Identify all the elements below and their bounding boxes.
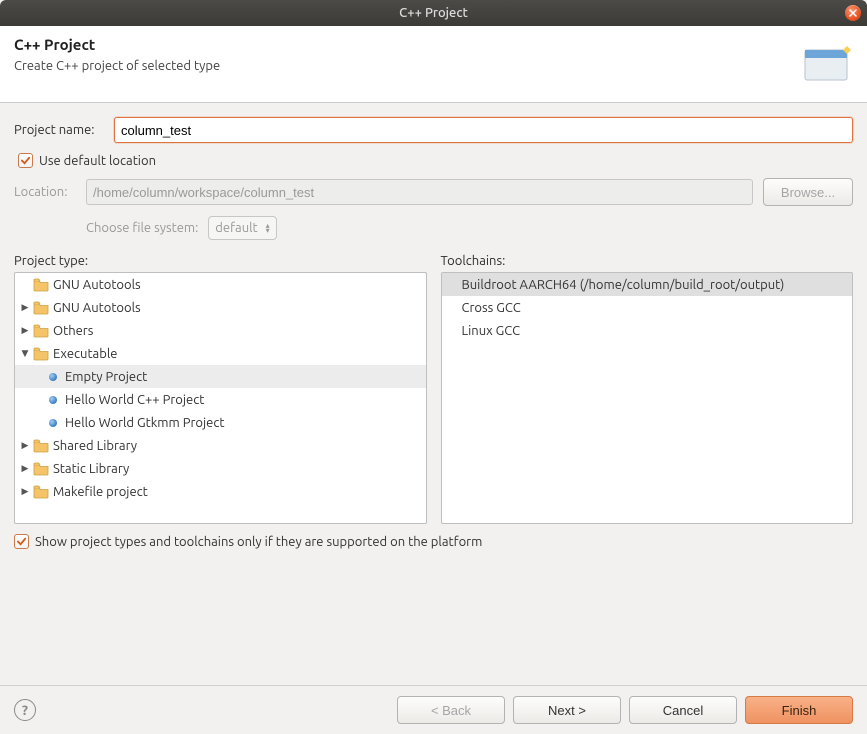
expander-closed-icon[interactable]: ▶ [19, 486, 31, 497]
project-type-tree[interactable]: ▶GNU Autotools▶GNU Autotools▶Others▼Exec… [14, 272, 427, 524]
help-button[interactable]: ? [14, 699, 36, 721]
project-type-panel: Project type: ▶ GNU Autotools ▶ GNU Autotoo… [14, 254, 427, 524]
project-type-folder[interactable]: ▼ Executable [15, 342, 426, 365]
show-supported-checkbox[interactable] [14, 534, 29, 549]
updown-icon: ▴▾ [266, 223, 270, 233]
wizard-banner: C++ Project Create C++ project of select… [0, 26, 867, 103]
titlebar: C++ Project [0, 0, 867, 26]
tree-item-label: Static Library [53, 462, 129, 476]
tree-item-label: GNU Autotools [53, 278, 141, 292]
tree-item-label: Makefile project [53, 485, 148, 499]
tree-item-label: Executable [53, 347, 117, 361]
window-title: C++ Project [399, 6, 468, 20]
folder-icon [33, 347, 49, 361]
tree-item-label: Empty Project [65, 370, 147, 384]
file-system-selector: default ▴▾ [208, 216, 276, 240]
browse-button: Browse... [763, 178, 853, 206]
project-type-item[interactable]: ▶Hello World Gtkmm Project [15, 411, 426, 434]
expander-closed-icon[interactable]: ▶ [19, 302, 31, 313]
folder-icon [33, 462, 49, 476]
expander-open-icon[interactable]: ▼ [19, 348, 31, 359]
folder-icon [33, 278, 49, 292]
window-close-button[interactable] [845, 5, 861, 21]
project-type-folder[interactable]: ▶ GNU Autotools [15, 296, 426, 319]
next-button[interactable]: Next > [513, 696, 621, 724]
toolchains-list[interactable]: Buildroot AARCH64 (/home/column/build_ro… [441, 272, 854, 524]
use-default-location-label: Use default location [39, 154, 156, 168]
show-supported-row: Show project types and toolchains only i… [14, 534, 853, 549]
location-row: Location: Browse... [14, 178, 853, 206]
project-type-folder[interactable]: ▶ Shared Library [15, 434, 426, 457]
toolchain-label: Cross GCC [462, 301, 521, 315]
page-title: C++ Project [14, 36, 793, 53]
toolchain-item[interactable]: Linux GCC [442, 319, 853, 342]
tree-item-label: Hello World Gtkmm Project [65, 416, 224, 430]
cancel-button[interactable]: Cancel [629, 696, 737, 724]
expander-closed-icon[interactable]: ▶ [19, 463, 31, 474]
toolchain-label: Buildroot AARCH64 (/home/column/build_ro… [462, 278, 785, 292]
expander-closed-icon[interactable]: ▶ [19, 325, 31, 336]
project-type-folder[interactable]: ▶ Others [15, 319, 426, 342]
folder-icon [33, 324, 49, 338]
toolchain-item[interactable]: Cross GCC [442, 296, 853, 319]
project-leaf-icon [49, 419, 57, 427]
toolchains-label: Toolchains: [441, 254, 854, 268]
toolchains-panel: Toolchains: Buildroot AARCH64 (/home/col… [441, 254, 854, 524]
toolchain-label: Linux GCC [462, 324, 521, 338]
location-input [86, 179, 753, 205]
tree-item-label: Hello World C++ Project [65, 393, 204, 407]
folder-icon [33, 301, 49, 315]
project-leaf-icon [49, 396, 57, 404]
panels: Project type: ▶ GNU Autotools ▶ GNU Autotoo… [14, 254, 853, 524]
checkmark-icon [20, 155, 31, 166]
project-type-item[interactable]: ▶Empty Project [15, 365, 426, 388]
use-default-location-checkbox[interactable] [18, 153, 33, 168]
use-default-location-row: Use default location [18, 153, 853, 168]
location-label: Location: [14, 185, 86, 199]
tree-item-label: Shared Library [53, 439, 137, 453]
page-subtitle: Create C++ project of selected type [14, 59, 793, 73]
tree-item-label: GNU Autotools [53, 301, 141, 315]
folder-icon [33, 485, 49, 499]
wizard-content: Project name: Use default location Locat… [0, 103, 867, 569]
project-type-folder[interactable]: ▶ Static Library [15, 457, 426, 480]
close-icon [849, 9, 857, 17]
tree-item-label: Others [53, 324, 93, 338]
wizard-footer: ? < Back Next > Cancel Finish [0, 685, 867, 734]
project-leaf-icon [49, 373, 57, 381]
project-type-folder[interactable]: ▶ Makefile project [15, 480, 426, 503]
folder-icon [33, 439, 49, 453]
project-type-label: Project type: [14, 254, 427, 268]
checkmark-icon [16, 536, 27, 547]
back-button: < Back [397, 696, 505, 724]
project-type-item[interactable]: ▶Hello World C++ Project [15, 388, 426, 411]
project-type-folder[interactable]: ▶GNU Autotools [15, 273, 426, 296]
file-system-value: default [215, 221, 257, 235]
show-supported-label: Show project types and toolchains only i… [35, 535, 482, 549]
project-name-row: Project name: [14, 117, 853, 143]
file-system-row: Choose file system: default ▴▾ [86, 216, 853, 240]
toolchain-item[interactable]: Buildroot AARCH64 (/home/column/build_ro… [442, 273, 853, 296]
project-name-label: Project name: [14, 123, 114, 137]
finish-button[interactable]: Finish [745, 696, 853, 724]
choose-file-system-label: Choose file system: [86, 221, 198, 235]
wizard-icon [803, 42, 853, 86]
expander-closed-icon[interactable]: ▶ [19, 440, 31, 451]
project-name-input[interactable] [114, 117, 853, 143]
